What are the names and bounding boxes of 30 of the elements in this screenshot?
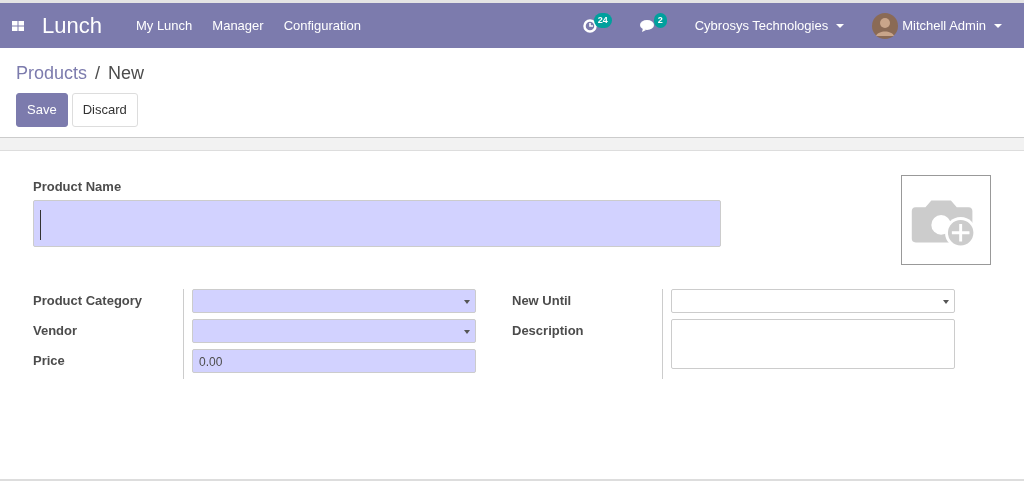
company-switcher[interactable]: Cybrosys Technologies — [684, 15, 855, 36]
clock-icon[interactable] — [582, 18, 597, 33]
breadcrumb-current: New — [108, 63, 145, 83]
activity-count-badge: 24 — [593, 12, 612, 29]
product-name-field[interactable] — [33, 200, 721, 247]
field-label: Price — [33, 351, 66, 370]
select-field[interactable] — [192, 318, 476, 343]
field-label: Description — [512, 321, 585, 340]
breadcrumb-separator: / — [95, 63, 101, 83]
app-title: Lunch — [42, 12, 102, 40]
menu-item[interactable]: Configuration — [273, 15, 371, 36]
field-label: Product Name — [33, 177, 123, 196]
input-field[interactable]: 0.00 — [192, 348, 476, 373]
apps-menu-icon[interactable] — [12, 20, 24, 31]
user-menu[interactable]: Mitchell Admin — [862, 12, 1012, 39]
field-label: Vendor — [33, 321, 79, 340]
field-label: New Until — [512, 291, 573, 310]
avatar-icon — [872, 12, 899, 39]
select-field[interactable] — [192, 288, 476, 313]
menu-item[interactable]: Manager — [202, 15, 274, 36]
discard-button[interactable]: Discard — [71, 93, 138, 127]
menu-item[interactable]: My Lunch — [125, 15, 203, 36]
chat-icon[interactable] — [639, 18, 657, 33]
text-area[interactable] — [671, 318, 955, 369]
breadcrumb-link[interactable]: Products — [16, 63, 88, 83]
image-upload-icon[interactable] — [901, 174, 991, 265]
save-button[interactable]: Save — [16, 93, 68, 127]
select-field[interactable] — [671, 288, 955, 313]
message-count-badge: 2 — [653, 12, 667, 29]
field-label: Product Category — [33, 291, 144, 310]
